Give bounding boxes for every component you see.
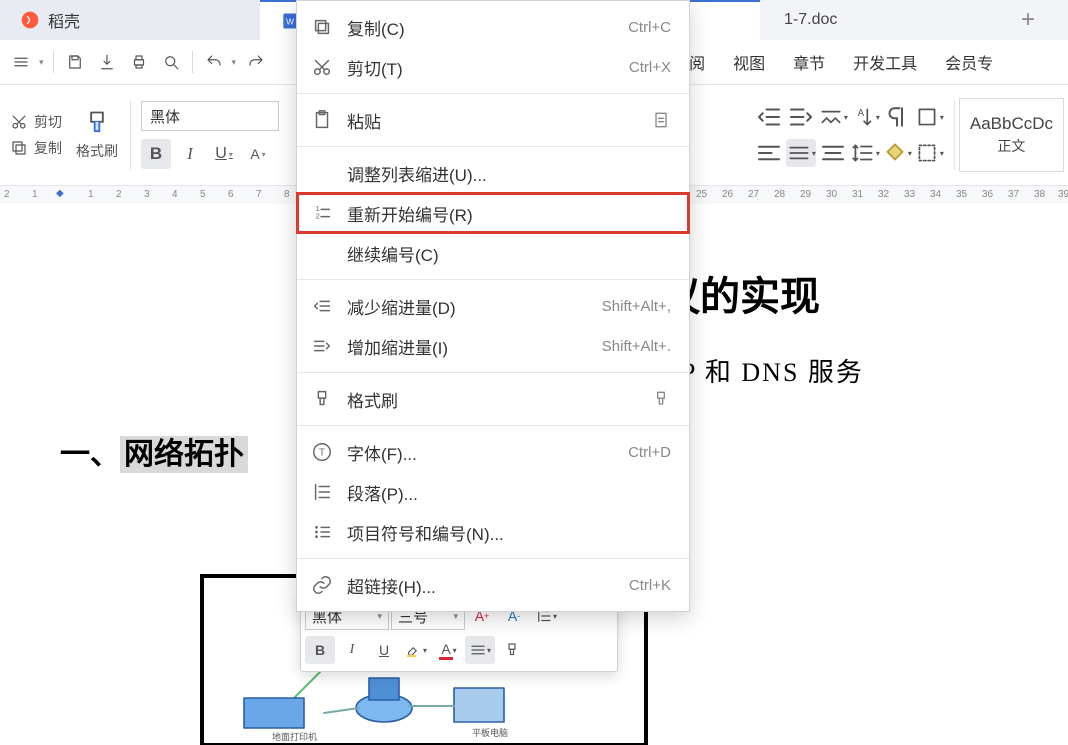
more-font-button[interactable]: A▾ (243, 139, 273, 169)
paste-icon (311, 109, 333, 131)
font-group: 黑体 B I U▾ A▾ (135, 101, 285, 169)
export-button[interactable] (92, 47, 122, 77)
shading-button[interactable]: ▾ (882, 139, 912, 167)
context-menu: 复制(C) Ctrl+C 剪切(T) Ctrl+X 粘贴 调整列表缩进(U)..… (296, 0, 690, 612)
preview-button[interactable] (156, 47, 186, 77)
tab-section[interactable]: 章节 (793, 50, 825, 74)
file-tab-label: 1-7.doc (784, 11, 837, 29)
brush-icon (311, 388, 333, 410)
restart-number-icon: 12 (311, 202, 333, 224)
app-logo-icon (20, 10, 40, 30)
ctx-paste[interactable]: 粘贴 (297, 100, 689, 140)
tab-view[interactable]: 视图 (733, 50, 765, 74)
indent-right-button[interactable] (786, 103, 816, 131)
style-label: 正文 (997, 136, 1025, 156)
sort-button[interactable]: A▾ (850, 103, 880, 131)
ctx-adjust-indent[interactable]: 调整列表缩进(U)... (297, 153, 689, 193)
font-icon: T (311, 441, 333, 463)
page-border-button[interactable]: ▾ (914, 139, 944, 167)
app-tab[interactable]: 稻壳 (0, 0, 260, 40)
tab-stops-button[interactable]: ▾ (818, 103, 848, 131)
align-left-button[interactable] (754, 139, 784, 167)
ctx-continue-numbering[interactable]: 继续编号(C) (297, 233, 689, 273)
ctx-decrease-indent[interactable]: 减少缩进量(D) Shift+Alt+, (297, 286, 689, 326)
italic-button[interactable]: I (175, 139, 205, 169)
ctx-cut[interactable]: 剪切(T) Ctrl+X (297, 47, 689, 87)
border-button[interactable]: ▾ (914, 103, 944, 131)
mini-italic[interactable]: I (337, 636, 367, 664)
tab-member[interactable]: 会员专 (945, 50, 993, 74)
cut-icon (311, 56, 333, 78)
new-tab-button[interactable]: + (1008, 0, 1048, 40)
mini-align[interactable]: ▾ (465, 636, 495, 664)
svg-text:2: 2 (316, 212, 320, 221)
indent-marker-icon[interactable]: ◆ (56, 188, 64, 199)
paste-options-icon (651, 110, 671, 130)
ctx-bullets-numbering[interactable]: 项目符号和编号(N)... (297, 512, 689, 552)
ctx-font[interactable]: T 字体(F)... Ctrl+D (297, 432, 689, 472)
brush-extra-icon (651, 389, 671, 409)
mini-bold[interactable]: B (305, 636, 335, 664)
mini-underline[interactable]: U (369, 636, 399, 664)
paragraph-group: ▾ A▾ ▾ ▾ ▾ ▾ ▾ (748, 103, 950, 167)
save-button[interactable] (60, 47, 90, 77)
copy-icon (311, 16, 333, 38)
tab-devtools[interactable]: 开发工具 (853, 50, 917, 74)
paragraph-icon (311, 481, 333, 503)
align-justify-button[interactable]: ▾ (786, 139, 816, 167)
ctx-increase-indent[interactable]: 增加缩进量(I) Shift+Alt+. (297, 326, 689, 366)
link-icon (311, 574, 333, 596)
ctx-hyperlink[interactable]: 超链接(H)... Ctrl+K (297, 565, 689, 605)
file-tab[interactable]: 1-7.doc (760, 0, 861, 40)
line-spacing-button[interactable]: ▾ (850, 139, 880, 167)
app-tab-label: 稻壳 (48, 8, 80, 32)
indent-left-button[interactable] (754, 103, 784, 131)
ribbon-tabs: 审阅 视图 章节 开发工具 会员专 (673, 50, 993, 74)
clipboard-group: 剪切 复制 (4, 112, 68, 158)
mini-highlight[interactable]: ▾ (401, 636, 431, 664)
undo-button[interactable]: ▾ (199, 47, 240, 77)
format-brush-button[interactable]: 格式刷 (68, 109, 126, 161)
underline-button[interactable]: U▾ (209, 139, 239, 169)
ctx-restart-numbering[interactable]: 12 重新开始编号(R) (297, 193, 689, 233)
mini-font-color[interactable]: A▾ (433, 636, 463, 664)
svg-text:平板电脑: 平板电脑 (472, 727, 508, 738)
style-gallery[interactable]: AaBbCcDc 正文 (959, 98, 1064, 172)
menu-dropdown[interactable]: ▾ (6, 47, 47, 77)
print-button[interactable] (124, 47, 154, 77)
font-name-select[interactable]: 黑体 (141, 101, 279, 131)
ctx-paragraph[interactable]: 段落(P)... (297, 472, 689, 512)
svg-text:T: T (319, 448, 325, 459)
ctx-copy[interactable]: 复制(C) Ctrl+C (297, 7, 689, 47)
align-distribute-button[interactable] (818, 139, 848, 167)
mini-brush[interactable] (497, 636, 527, 664)
svg-text:地面打印机: 地面打印机 (272, 731, 317, 742)
svg-text:A: A (857, 108, 864, 119)
decrease-indent-icon (311, 295, 333, 317)
increase-indent-icon (311, 335, 333, 357)
style-sample: AaBbCcDc (970, 114, 1053, 134)
bold-button[interactable]: B (141, 139, 171, 169)
bullets-icon (311, 521, 333, 543)
ctx-format-brush[interactable]: 格式刷 (297, 379, 689, 419)
para-mark-button[interactable] (882, 103, 912, 131)
cut-button[interactable]: 剪切 (10, 112, 62, 132)
copy-button[interactable]: 复制 (10, 138, 62, 158)
svg-text:W: W (286, 16, 294, 26)
redo-button[interactable] (241, 47, 271, 77)
